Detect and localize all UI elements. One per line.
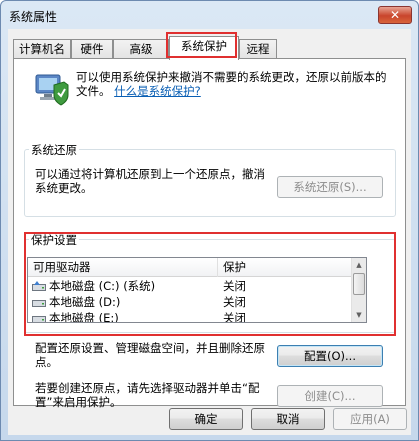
- configure-description: 配置还原设置、管理磁盘空间，并且删除还原点。: [35, 341, 265, 369]
- drive-icon: [32, 300, 46, 307]
- window-title: 系统属性: [9, 10, 58, 24]
- drive-list-scrollbar[interactable]: ▲ ▼: [351, 258, 366, 322]
- protection-status: 关闭: [223, 295, 246, 309]
- tab-hardware[interactable]: 硬件: [71, 39, 113, 59]
- create-button[interactable]: 创建(C)...: [277, 385, 383, 407]
- drive-row-d[interactable]: 本地磁盘 (D:) 关闭: [28, 294, 353, 310]
- configure-button[interactable]: 配置(O)...: [277, 345, 383, 367]
- apply-button[interactable]: 应用(A): [333, 408, 407, 430]
- system-properties-window: 系统属性 ✕ 计算机名 硬件 高级 系统保护 远程 可以使用系统保护来撤消不需要…: [0, 0, 419, 441]
- drive-row-e[interactable]: 本地磁盘 (E:) 关闭: [28, 310, 353, 323]
- scroll-down-icon[interactable]: ▼: [352, 308, 366, 322]
- protection-settings-group-label: 保护设置: [29, 232, 79, 248]
- what-is-system-protection-link[interactable]: 什么是系统保护?: [114, 84, 201, 98]
- tab-advanced[interactable]: 高级: [113, 39, 169, 59]
- ok-button[interactable]: 确定: [169, 408, 243, 430]
- tab-remote[interactable]: 远程: [239, 39, 277, 59]
- tab-computer-name[interactable]: 计算机名: [13, 39, 71, 59]
- drive-icon: [32, 316, 46, 322]
- system-drive-icon: [32, 281, 46, 291]
- close-button[interactable]: ✕: [378, 6, 412, 24]
- protection-status: 关闭: [223, 279, 246, 293]
- create-description: 若要创建还原点，请先选择驱动器并单击“配置”来启用保护。: [35, 381, 260, 409]
- computer-shield-icon: [35, 74, 69, 106]
- drive-list[interactable]: 可用驱动器 保护 本地磁盘 (C:) (系统) 关闭 本地磁盘 (D:) 关闭 …: [27, 257, 367, 323]
- close-icon: ✕: [389, 8, 401, 22]
- title-bar[interactable]: 系统属性 ✕: [1, 1, 418, 29]
- scroll-thumb[interactable]: [353, 273, 365, 295]
- drive-list-header: 可用驱动器 保护: [28, 258, 353, 277]
- column-header-drives[interactable]: 可用驱动器: [28, 258, 218, 277]
- drive-name: 本地磁盘 (E:): [49, 311, 119, 323]
- drive-row-c[interactable]: 本地磁盘 (C:) (系统) 关闭: [28, 278, 353, 294]
- tab-system-protection[interactable]: 系统保护: [169, 36, 239, 60]
- cancel-button[interactable]: 取消: [251, 408, 325, 430]
- system-restore-button[interactable]: 系统还原(S)...: [277, 176, 383, 198]
- intro-text: 可以使用系统保护来撤消不需要的系统更改，还原以前版本的文件。 什么是系统保护?: [76, 70, 396, 98]
- drive-name: 本地磁盘 (D:): [49, 295, 121, 309]
- protection-status: 关闭: [223, 311, 246, 323]
- system-restore-description: 可以通过将计算机还原到上一个还原点，撤消系统更改。: [35, 167, 265, 195]
- system-protection-panel: 可以使用系统保护来撤消不需要的系统更改，还原以前版本的文件。 什么是系统保护? …: [13, 58, 406, 409]
- dialog-client-area: 计算机名 硬件 高级 系统保护 远程 可以使用系统保护来撤消不需要的系统更改，还…: [8, 29, 411, 435]
- system-restore-group-label: 系统还原: [29, 142, 79, 158]
- column-header-protection[interactable]: 保护: [218, 258, 353, 277]
- scroll-up-icon[interactable]: ▲: [352, 258, 366, 272]
- drive-name: 本地磁盘 (C:) (系统): [49, 279, 156, 293]
